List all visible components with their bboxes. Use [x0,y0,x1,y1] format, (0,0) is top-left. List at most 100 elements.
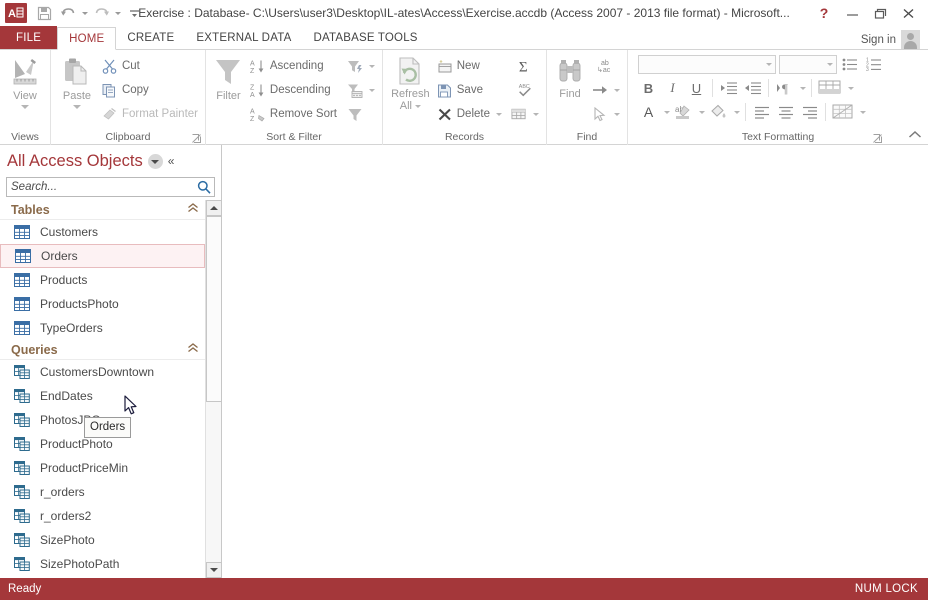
toggle-filter-button[interactable] [344,79,378,101]
text-direction-dropdown-icon[interactable] [800,86,806,90]
paste-button[interactable]: Paste [55,53,99,109]
select-button[interactable] [589,103,623,125]
italic-button[interactable]: I [662,78,683,99]
spelling-button[interactable]: ABC [508,79,542,101]
bulleted-list-button[interactable] [840,54,861,75]
scrollbar-thumb[interactable] [206,216,222,402]
tab-file[interactable]: FILE [0,26,58,49]
help-button[interactable]: ? [810,2,838,24]
undo-icon[interactable] [57,3,79,23]
search-input[interactable] [7,178,194,196]
redo-dropdown-icon[interactable] [115,11,121,15]
alternate-row-color-button[interactable] [817,78,843,99]
find-button[interactable]: Find [551,53,589,100]
go-to-dropdown-icon[interactable] [614,88,620,92]
font-color-dropdown-icon[interactable] [664,110,670,114]
alternate-row-color-dropdown-icon[interactable] [848,86,854,90]
background-fill-button[interactable] [708,102,729,123]
view-dropdown-icon[interactable] [21,105,29,109]
bold-button[interactable]: B [638,78,659,99]
delete-dropdown-icon[interactable] [496,112,502,116]
numbered-list-button[interactable]: 123 [864,54,885,75]
font-name-combo[interactable] [638,54,776,74]
navigation-search-box[interactable] [6,177,215,197]
avatar[interactable] [901,30,920,49]
align-left-button[interactable] [751,102,772,123]
increase-indent-button[interactable] [718,78,739,99]
text-highlight-button[interactable]: ab [673,102,694,123]
nav-item-sizephoto[interactable]: SizePhoto [0,528,205,552]
background-fill-dropdown-icon[interactable] [734,110,740,114]
underline-button[interactable]: U [686,78,707,99]
sign-in-area[interactable]: Sign in [861,30,928,49]
decrease-indent-button[interactable] [742,78,763,99]
restore-button[interactable] [866,2,894,24]
scroll-up-arrow-icon[interactable] [206,200,222,216]
advanced-filter-dropdown-icon[interactable] [369,64,375,68]
tab-home[interactable]: HOME [57,27,117,50]
nav-item-productpricemin[interactable]: ProductPriceMin [0,456,205,480]
chevron-up-icon[interactable] [187,343,199,356]
chevron-down-icon[interactable] [147,153,163,169]
nav-item-productsphoto[interactable]: ProductsPhoto [0,292,205,316]
nav-group-header-queries[interactable]: Queries [0,340,205,360]
shutter-bar-collapse-icon[interactable]: « [168,154,175,168]
ascending-button[interactable]: AZ Ascending [247,55,340,77]
nav-item-customersdowntown[interactable]: CustomersDowntown [0,360,205,384]
more-records-dropdown-icon[interactable] [533,112,539,116]
gridlines-button[interactable] [831,102,855,123]
refresh-all-button[interactable]: Refresh All [387,53,434,112]
cut-button[interactable]: Cut [99,55,201,77]
text-highlight-dropdown-icon[interactable] [699,110,705,114]
nav-item-products[interactable]: Products [0,268,205,292]
nav-group-header-tables[interactable]: Tables [0,200,205,220]
navigation-scrollbar[interactable] [205,200,222,578]
totals-button[interactable]: Σ [508,55,542,77]
align-right-button[interactable] [799,102,820,123]
more-records-button[interactable] [508,103,542,125]
gridlines-dropdown-icon[interactable] [860,110,866,114]
nav-item-orders[interactable]: Orders [0,244,205,268]
font-name-dropdown-icon[interactable] [766,62,772,66]
refresh-all-dropdown-icon[interactable] [414,104,421,108]
redo-icon[interactable] [90,3,112,23]
copy-button[interactable]: Copy [99,79,201,101]
nav-item-typeorders[interactable]: TypeOrders [0,316,205,340]
scrollbar-track[interactable] [206,216,222,562]
nav-item-r-orders2[interactable]: r_orders2 [0,504,205,528]
delete-record-button[interactable]: Delete [434,103,505,125]
toggle-filter-dropdown-icon[interactable] [369,88,375,92]
descending-button[interactable]: ZA Descending [247,79,340,101]
tab-external-data[interactable]: EXTERNAL DATA [185,26,302,49]
paste-dropdown-icon[interactable] [72,105,81,109]
nav-item-r-orders[interactable]: r_orders [0,480,205,504]
format-painter-button[interactable]: Format Painter [99,103,201,125]
go-to-button[interactable] [589,79,623,101]
filter-simple-button[interactable] [344,103,378,125]
new-record-button[interactable]: New [434,55,505,77]
undo-dropdown-icon[interactable] [82,11,88,15]
nav-item-sizephotopath[interactable]: SizePhotoPath [0,552,205,576]
font-size-dropdown-icon[interactable] [827,62,833,66]
view-button[interactable]: View [4,53,46,109]
collapse-ribbon-button[interactable] [908,129,922,143]
nav-item-enddates[interactable]: EndDates [0,384,205,408]
search-icon[interactable] [194,180,214,194]
customize-qat-icon[interactable] [123,3,145,23]
scroll-down-arrow-icon[interactable] [206,562,222,578]
save-record-button[interactable]: Save [434,79,505,101]
tab-create[interactable]: CREATE [116,26,185,49]
text-direction-button[interactable]: ¶ [774,78,795,99]
sign-in-label[interactable]: Sign in [861,34,896,46]
nav-item-customers[interactable]: Customers [0,220,205,244]
save-icon[interactable] [33,3,55,23]
font-color-button[interactable]: A [638,102,659,123]
advanced-filter-button[interactable] [344,55,378,77]
select-dropdown-icon[interactable] [614,112,620,116]
replace-button[interactable]: ab ↳ac [589,55,623,77]
chevron-up-icon[interactable] [187,203,199,216]
minimize-button[interactable] [838,2,866,24]
clipboard-dialog-launcher-icon[interactable] [192,134,201,143]
align-center-button[interactable] [775,102,796,123]
filter-button[interactable]: Filter [210,53,247,102]
